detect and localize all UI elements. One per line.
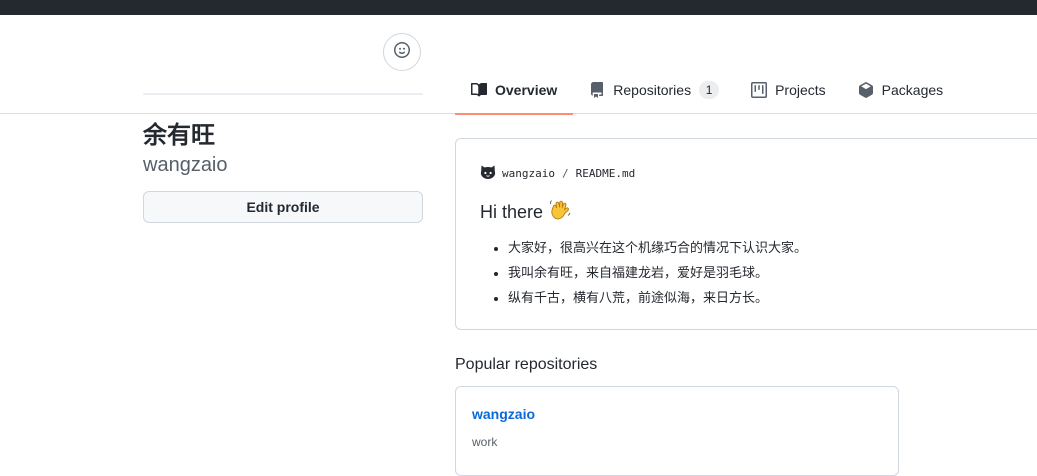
package-icon	[858, 81, 874, 98]
repo-name-link[interactable]: wangzaio	[472, 406, 535, 422]
readme-owner-link[interactable]: wangzaio	[502, 167, 555, 180]
waving-hand-icon	[549, 199, 571, 226]
profile-name: 余有旺	[143, 121, 215, 149]
set-status-button[interactable]	[383, 33, 421, 71]
tab-repositories-label: Repositories	[613, 81, 692, 98]
list-item: 我叫余有旺，来自福建龙岩，爱好是羽毛球。	[508, 261, 807, 286]
profile-login: wangzaio	[143, 154, 228, 176]
tab-repositories[interactable]: Repositories 1	[573, 65, 735, 114]
readme-file-link[interactable]: README.md	[576, 167, 636, 180]
avatar-bottom-edge	[143, 93, 423, 95]
readme-heading-text: Hi there	[480, 202, 544, 222]
smiley-icon	[394, 41, 410, 63]
repo-card: wangzaio work	[455, 386, 899, 476]
repositories-count-badge: 1	[699, 80, 720, 99]
global-header	[0, 0, 1037, 15]
readme-heading: Hi there	[480, 199, 571, 226]
repo-icon	[589, 81, 605, 98]
tab-packages[interactable]: Packages	[842, 65, 959, 114]
tab-overview[interactable]: Overview	[455, 65, 574, 115]
smiley-cat-icon	[480, 164, 496, 183]
project-icon	[751, 81, 768, 98]
tab-projects[interactable]: Projects	[735, 65, 842, 114]
readme-card: wangzaio / README.md Hi there 大家好，很高兴在这个…	[455, 138, 1037, 330]
tab-packages-label: Packages	[881, 81, 944, 98]
edit-profile-button[interactable]: Edit profile	[143, 191, 423, 223]
tab-overview-label: Overview	[495, 81, 558, 98]
readme-path: wangzaio / README.md	[480, 164, 635, 183]
tab-projects-label: Projects	[775, 81, 826, 98]
popular-repositories-title: Popular repositories	[455, 356, 598, 373]
repo-description: work	[472, 435, 498, 449]
list-item: 大家好，很高兴在这个机缘巧合的情况下认识大家。	[508, 236, 807, 261]
path-separator: /	[561, 167, 569, 180]
book-icon	[471, 82, 487, 98]
readme-list: 大家好，很高兴在这个机缘巧合的情况下认识大家。 我叫余有旺，来自福建龙岩，爱好是…	[508, 236, 807, 311]
list-item: 纵有千古，横有八荒，前途似海，来日方长。	[508, 286, 807, 311]
profile-tabs: Overview Repositories 1 Projects Package…	[455, 65, 959, 115]
